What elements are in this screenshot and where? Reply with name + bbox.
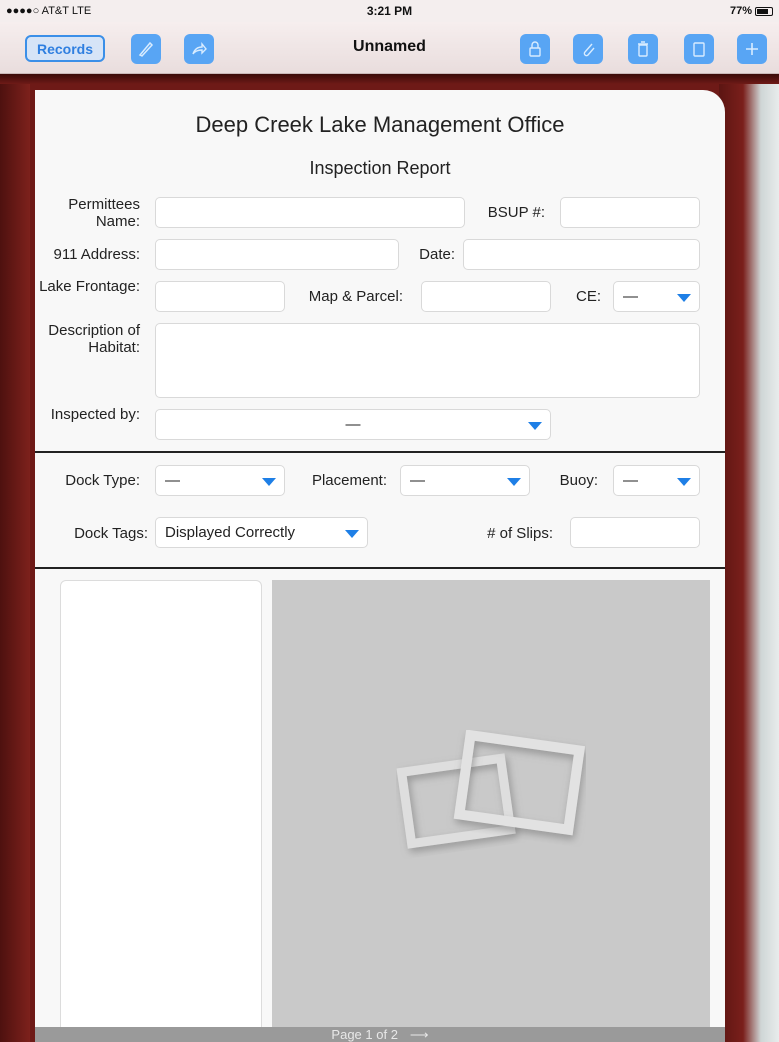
background-right xyxy=(719,84,779,1042)
lock-icon[interactable] xyxy=(520,34,550,64)
duplicate-icon[interactable] xyxy=(684,34,714,64)
dock-tags-value: Displayed Correctly xyxy=(165,524,296,541)
status-bar: ●●●●○ AT&T LTE 3:21 PM 77% xyxy=(0,0,779,22)
buoy-label: Buoy: xyxy=(559,472,598,489)
chevron-down-icon xyxy=(262,478,276,486)
battery-icon xyxy=(755,6,773,16)
placement-value: — xyxy=(410,472,425,489)
inspection-form: Deep Creek Lake Management Office Inspec… xyxy=(35,90,725,1042)
habitat-textarea[interactable] xyxy=(155,323,700,398)
bsup-field[interactable] xyxy=(560,197,700,228)
clock: 3:21 PM xyxy=(366,4,413,18)
ce-select[interactable]: — xyxy=(613,281,700,312)
attach-icon[interactable] xyxy=(573,34,603,64)
placement-label: Placement: xyxy=(311,472,387,489)
buoy-select[interactable]: — xyxy=(613,465,700,496)
permittees-name-field[interactable] xyxy=(155,197,465,228)
slips-label: # of Slips: xyxy=(487,525,553,542)
inspected-value: — xyxy=(345,416,361,433)
slips-field[interactable] xyxy=(570,517,700,548)
next-page-arrow-icon[interactable]: ⟶ xyxy=(410,1027,429,1042)
chevron-down-icon xyxy=(507,478,521,486)
ce-label: CE: xyxy=(575,288,601,305)
dock-type-label: Dock Type: xyxy=(65,472,140,489)
photo-container[interactable] xyxy=(272,580,710,1033)
ce-value: — xyxy=(623,288,638,305)
nav-title: Unnamed xyxy=(353,38,426,55)
date-label: Date: xyxy=(419,246,455,263)
inspected-label: Inspected by: xyxy=(50,406,140,423)
chevron-down-icon xyxy=(677,478,691,486)
nav-bar: Records Unnamed xyxy=(0,22,779,74)
add-icon[interactable] xyxy=(737,34,767,64)
habitat-label: Description of Habitat: xyxy=(48,322,140,356)
inspected-by-select[interactable]: — xyxy=(155,409,551,440)
background-left xyxy=(0,84,30,1042)
permittees-label: Permittees Name: xyxy=(68,196,140,230)
chevron-down-icon xyxy=(345,530,359,538)
page-indicator: Page 1 of 2 ⟶ xyxy=(35,1027,725,1042)
page-label: Page 1 of 2 xyxy=(331,1027,398,1042)
dock-type-value: — xyxy=(165,472,180,489)
frontage-field[interactable] xyxy=(155,281,285,312)
nav-shadow xyxy=(0,74,779,84)
address-field[interactable] xyxy=(155,239,399,270)
chevron-down-icon xyxy=(677,294,691,302)
notes-area[interactable] xyxy=(60,580,262,1033)
dock-type-select[interactable]: — xyxy=(155,465,285,496)
map-parcel-field[interactable] xyxy=(421,281,551,312)
form-heading: Deep Creek Lake Management Office xyxy=(195,112,565,137)
photo-placeholder-icon xyxy=(396,730,586,849)
dock-tags-label: Dock Tags: xyxy=(74,525,148,542)
section-divider xyxy=(35,567,725,569)
trash-icon[interactable] xyxy=(628,34,658,64)
bsup-label: BSUP #: xyxy=(487,204,545,221)
section-divider xyxy=(35,451,725,453)
date-field[interactable] xyxy=(463,239,700,270)
buoy-value: — xyxy=(623,472,638,489)
address-label: 911 Address: xyxy=(53,246,140,263)
frontage-label: Lake Frontage: xyxy=(39,278,140,295)
chevron-down-icon xyxy=(528,422,542,430)
placement-select[interactable]: — xyxy=(400,465,530,496)
dock-tags-select[interactable]: Displayed Correctly xyxy=(155,517,368,548)
form-subheading: Inspection Report xyxy=(309,158,451,178)
map-parcel-label: Map & Parcel: xyxy=(308,288,403,305)
